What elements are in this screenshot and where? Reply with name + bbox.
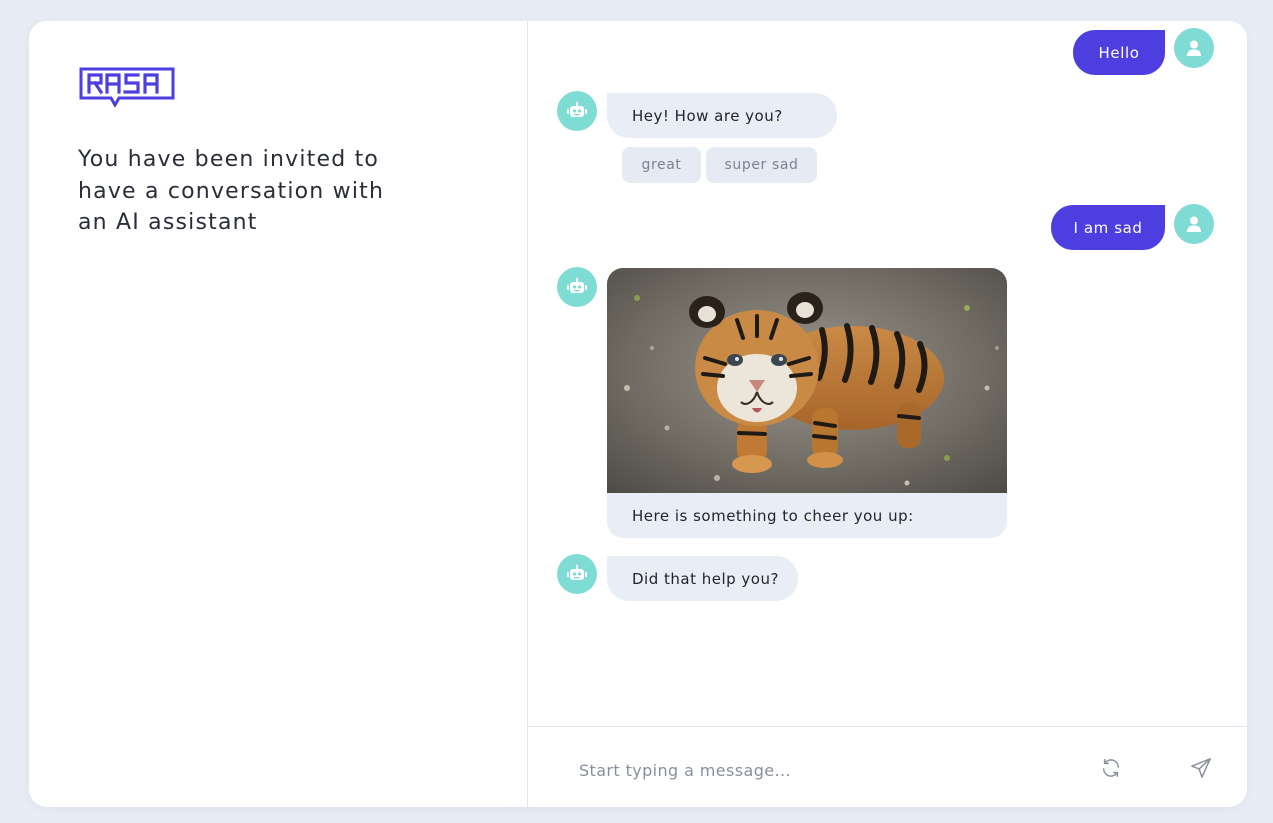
welcome-panel: You have been invited to have a conversa… (29, 21, 527, 807)
user-message-text: I am sad (1073, 218, 1143, 237)
bot-avatar (557, 91, 597, 131)
user-message: I am sad (1051, 205, 1165, 250)
bot-avatar (557, 267, 597, 307)
bot-message-text: Did that help you? (632, 569, 779, 588)
user-avatar (1174, 28, 1214, 68)
chat-panel: Hello Hey! How are you? great super sad … (528, 21, 1247, 807)
bot-avatar (557, 554, 597, 594)
user-message-text: Hello (1098, 43, 1140, 62)
send-button[interactable] (1186, 753, 1216, 783)
bot-message-text: Hey! How are you? (632, 106, 783, 125)
restart-button[interactable] (1096, 753, 1126, 783)
quick-reply-label: super sad (724, 157, 799, 173)
robot-icon (567, 278, 587, 293)
user-icon (1187, 216, 1201, 232)
quick-reply-label: great (641, 157, 682, 173)
robot-icon (567, 565, 587, 580)
user-avatar (1174, 204, 1214, 244)
message-list: Hello Hey! How are you? great super sad … (528, 21, 1247, 726)
robot-icon (567, 102, 587, 117)
rasa-logo (79, 67, 175, 107)
quick-reply-great[interactable]: great (622, 147, 701, 183)
send-icon (1191, 758, 1211, 778)
quick-reply-super-sad[interactable]: super sad (706, 147, 817, 183)
app-card: You have been invited to have a conversa… (29, 21, 1247, 807)
image-caption: Here is something to cheer you up: (632, 506, 914, 525)
user-message: Hello (1073, 30, 1165, 75)
composer-divider (528, 726, 1247, 727)
invite-text: You have been invited to have a conversa… (78, 147, 385, 235)
tiger-cub-image (607, 268, 1007, 493)
bot-message: Did that help you? (607, 556, 798, 601)
user-icon (1187, 40, 1201, 56)
bot-message: Hey! How are you? (607, 93, 837, 138)
refresh-icon (1102, 759, 1120, 777)
bot-image-message: Here is something to cheer you up: (607, 268, 1007, 538)
message-input[interactable] (577, 751, 1081, 789)
